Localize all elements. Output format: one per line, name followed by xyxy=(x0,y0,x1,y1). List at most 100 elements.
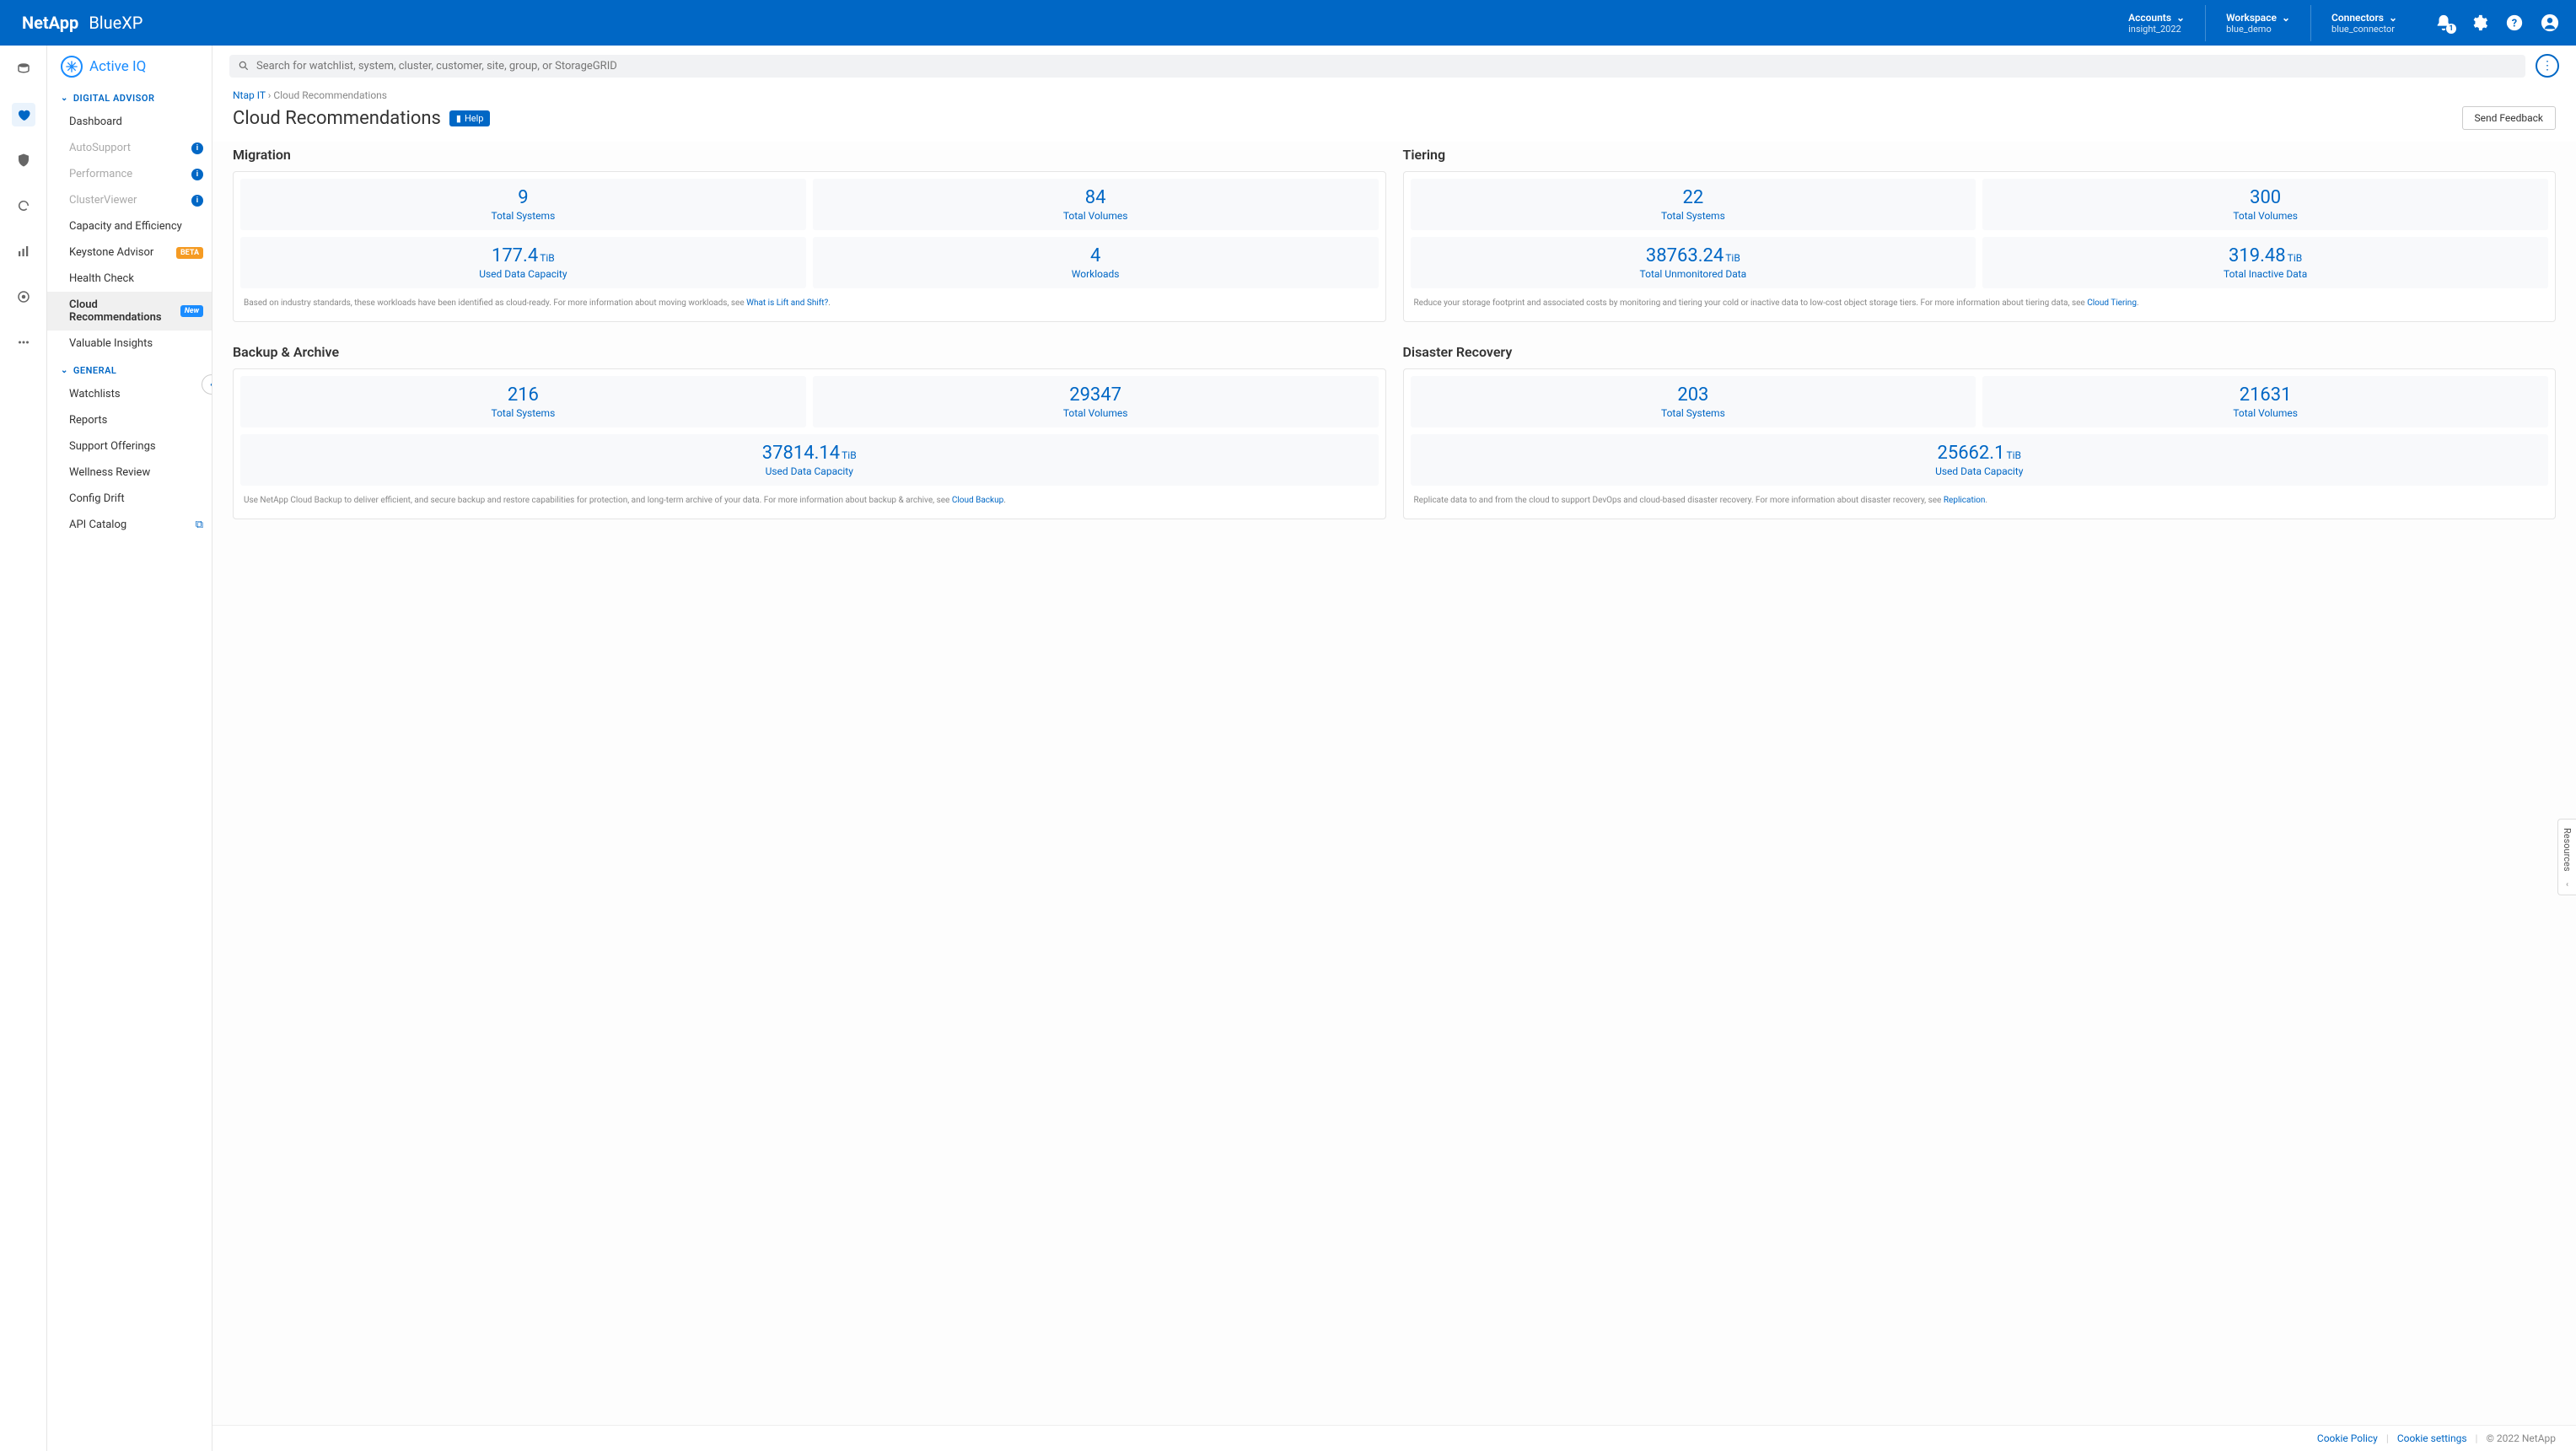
stat-used-capacity[interactable]: 177.4TiBUsed Data Capacity xyxy=(240,237,806,288)
chevron-down-icon: ⌄ xyxy=(2389,12,2397,24)
nav-section-digital-advisor[interactable]: ⌄ DIGITAL ADVISOR xyxy=(47,84,212,109)
nav-api-catalog[interactable]: API Catalog⧉ xyxy=(47,512,212,538)
bookmark-icon: ▮ xyxy=(456,113,461,124)
nav-autosupport[interactable]: AutoSupporti xyxy=(47,135,212,161)
stat-unit: TiB xyxy=(2006,449,2021,461)
send-feedback-button[interactable]: Send Feedback xyxy=(2462,106,2557,130)
nav-valuable-insights[interactable]: Valuable Insights xyxy=(47,331,212,357)
brand-product: BlueXP xyxy=(89,13,143,33)
stat-value: 84 xyxy=(1085,187,1106,208)
nav-clusterviewer[interactable]: ClusterVieweri xyxy=(47,187,212,213)
stat-total-systems[interactable]: 9Total Systems xyxy=(240,179,806,230)
search-box[interactable] xyxy=(229,55,2525,78)
gear-icon[interactable] xyxy=(2470,13,2488,32)
chevron-down-icon: ⌄ xyxy=(2282,12,2290,24)
separator: | xyxy=(2476,1432,2478,1444)
nav-keystone[interactable]: Keystone AdvisorBETA xyxy=(47,239,212,266)
chevron-down-icon: ⌄ xyxy=(61,94,68,103)
workspace-label: Workspace xyxy=(2226,12,2277,24)
nav-section-label: GENERAL xyxy=(73,365,116,376)
stat-used-capacity[interactable]: 25662.1TiBUsed Data Capacity xyxy=(1411,434,2549,486)
stat-label: Used Data Capacity xyxy=(245,465,1374,477)
connectors-selector[interactable]: Connectors⌄ blue_connector xyxy=(2310,5,2417,41)
chevron-down-icon: ⌄ xyxy=(61,366,68,375)
top-header: NetApp BlueXP Accounts⌄ insight_2022 Wor… xyxy=(0,0,2576,46)
breadcrumb-current: Cloud Recommendations xyxy=(273,89,387,101)
cookie-policy-link[interactable]: Cookie Policy xyxy=(2317,1432,2378,1444)
rail-more-icon[interactable] xyxy=(12,331,35,354)
breadcrumb-root[interactable]: Ntap IT xyxy=(233,89,266,101)
stat-used-capacity[interactable]: 37814.14TiBUsed Data Capacity xyxy=(240,434,1379,486)
search-row: ⋮ xyxy=(212,46,2576,86)
note-link[interactable]: Cloud Tiering xyxy=(2087,298,2137,308)
nav-wellness-review[interactable]: Wellness Review xyxy=(47,459,212,486)
note-text: . xyxy=(1985,496,1987,505)
nav-rail xyxy=(0,46,47,1451)
note-text: Reduce your storage footprint and associ… xyxy=(1414,298,2088,308)
nav-config-drift[interactable]: Config Drift xyxy=(47,486,212,512)
stat-value: 21631 xyxy=(2240,384,2292,406)
stat-label: Used Data Capacity xyxy=(245,268,801,280)
card-backup: 216Total Systems 29347Total Volumes 3781… xyxy=(233,368,1386,519)
help-button[interactable]: ▮Help xyxy=(449,110,491,126)
chevron-left-icon: ‹ xyxy=(2566,880,2568,889)
accounts-selector[interactable]: Accounts⌄ insight_2022 xyxy=(2108,5,2205,41)
stat-label: Total Unmonitored Data xyxy=(1416,268,1971,280)
workspace-selector[interactable]: Workspace⌄ blue_demo xyxy=(2205,5,2310,41)
stat-value: 319.48 xyxy=(2229,245,2286,266)
search-input[interactable] xyxy=(256,60,2517,73)
stat-label: Total Inactive Data xyxy=(1987,268,2543,280)
nav-dashboard[interactable]: Dashboard xyxy=(47,109,212,135)
stat-total-volumes[interactable]: 29347Total Volumes xyxy=(813,376,1379,427)
panel-title: Disaster Recovery xyxy=(1403,344,2557,360)
note-link[interactable]: Replication xyxy=(1944,496,1986,505)
nav-cloud-recommendations[interactable]: Cloud RecommendationsNew xyxy=(47,292,212,331)
stat-inactive-data[interactable]: 319.48TiBTotal Inactive Data xyxy=(1982,237,2548,288)
notifications-icon[interactable]: 1 xyxy=(2434,13,2453,32)
stat-label: Total Volumes xyxy=(1987,210,2543,222)
rail-sync-icon[interactable] xyxy=(12,194,35,218)
stat-value: 4 xyxy=(1090,245,1100,266)
content: Migration 9Total Systems 84Total Volumes… xyxy=(212,142,2576,1425)
stat-workloads[interactable]: 4Workloads xyxy=(813,237,1379,288)
nav-capacity[interactable]: Capacity and Efficiency xyxy=(47,213,212,239)
note-link[interactable]: What is Lift and Shift? xyxy=(746,298,828,308)
panel-title: Backup & Archive xyxy=(233,344,1386,360)
sidebar-brand[interactable]: Active IQ xyxy=(47,46,212,84)
nav-section-label: DIGITAL ADVISOR xyxy=(73,93,155,104)
nav-health-check[interactable]: Health Check xyxy=(47,266,212,292)
nav-watchlists[interactable]: Watchlists xyxy=(47,381,212,407)
nav-label: Support Offerings xyxy=(69,440,156,453)
cookie-settings-link[interactable]: Cookie settings xyxy=(2397,1432,2467,1444)
nav-label: Watchlists xyxy=(69,388,121,400)
user-icon[interactable] xyxy=(2541,13,2559,32)
sidebar-brand-label: Active IQ xyxy=(89,58,146,75)
nav-performance[interactable]: Performancei xyxy=(47,161,212,187)
note-text: . xyxy=(828,298,831,308)
nav-section-general[interactable]: ⌄ GENERAL xyxy=(47,357,212,381)
stat-unmonitored-data[interactable]: 38763.24TiBTotal Unmonitored Data xyxy=(1411,237,1976,288)
nav-reports[interactable]: Reports xyxy=(47,407,212,433)
accounts-value: insight_2022 xyxy=(2128,24,2185,35)
more-menu-button[interactable]: ⋮ xyxy=(2536,54,2559,78)
rail-shield-icon[interactable] xyxy=(12,148,35,172)
rail-chart-icon[interactable] xyxy=(12,239,35,263)
help-icon[interactable]: ? xyxy=(2505,13,2524,32)
external-link-icon: ⧉ xyxy=(196,519,203,531)
connectors-value: blue_connector xyxy=(2331,24,2397,35)
stat-total-systems[interactable]: 216Total Systems xyxy=(240,376,806,427)
rail-storage-icon[interactable] xyxy=(12,57,35,81)
stat-total-volumes[interactable]: 84 Total Volumes xyxy=(813,179,1379,230)
stat-total-volumes[interactable]: 21631Total Volumes xyxy=(1982,376,2548,427)
resources-tab[interactable]: Resources ‹ xyxy=(2557,819,2576,896)
stat-total-volumes[interactable]: 300Total Volumes xyxy=(1982,179,2548,230)
stat-total-systems[interactable]: 203Total Systems xyxy=(1411,376,1976,427)
rail-apps-icon[interactable] xyxy=(12,285,35,309)
stat-label: Total Volumes xyxy=(818,210,1374,222)
rail-health-icon[interactable] xyxy=(12,103,35,126)
nav-support-offerings[interactable]: Support Offerings xyxy=(47,433,212,459)
card-note: Replicate data to and from the cloud to … xyxy=(1411,486,2549,512)
stat-total-systems[interactable]: 22Total Systems xyxy=(1411,179,1976,230)
stat-label: Used Data Capacity xyxy=(1416,465,2544,477)
note-link[interactable]: Cloud Backup xyxy=(952,496,1003,505)
